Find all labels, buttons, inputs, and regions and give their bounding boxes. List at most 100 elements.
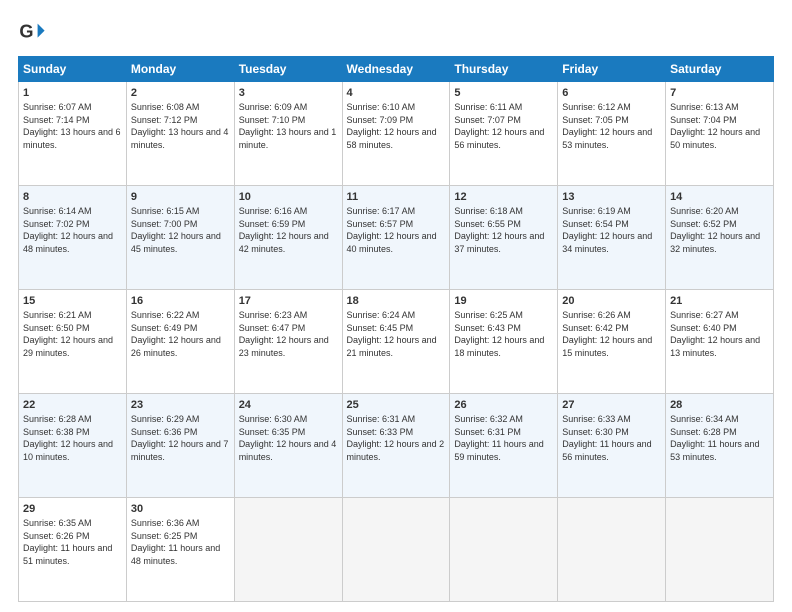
day-number: 1	[23, 86, 122, 101]
day-number: 30	[131, 502, 230, 517]
table-row: 26Sunrise: 6:32 AMSunset: 6:31 PMDayligh…	[450, 394, 558, 498]
table-row: 27Sunrise: 6:33 AMSunset: 6:30 PMDayligh…	[558, 394, 666, 498]
col-friday: Friday	[558, 57, 666, 82]
day-info: Sunrise: 6:34 AMSunset: 6:28 PMDaylight:…	[670, 414, 759, 462]
day-number: 26	[454, 398, 553, 413]
day-number: 12	[454, 190, 553, 205]
table-row: 6Sunrise: 6:12 AMSunset: 7:05 PMDaylight…	[558, 82, 666, 186]
day-number: 20	[562, 294, 661, 309]
day-info: Sunrise: 6:17 AMSunset: 6:57 PMDaylight:…	[347, 206, 437, 254]
table-row: 13Sunrise: 6:19 AMSunset: 6:54 PMDayligh…	[558, 186, 666, 290]
table-row: 1Sunrise: 6:07 AMSunset: 7:14 PMDaylight…	[19, 82, 127, 186]
day-number: 29	[23, 502, 122, 517]
day-number: 8	[23, 190, 122, 205]
day-number: 14	[670, 190, 769, 205]
table-row: 19Sunrise: 6:25 AMSunset: 6:43 PMDayligh…	[450, 290, 558, 394]
day-info: Sunrise: 6:28 AMSunset: 6:38 PMDaylight:…	[23, 414, 113, 462]
day-info: Sunrise: 6:10 AMSunset: 7:09 PMDaylight:…	[347, 102, 437, 150]
calendar-week-row: 29Sunrise: 6:35 AMSunset: 6:26 PMDayligh…	[19, 498, 774, 602]
day-number: 24	[239, 398, 338, 413]
day-number: 10	[239, 190, 338, 205]
calendar-week-row: 8Sunrise: 6:14 AMSunset: 7:02 PMDaylight…	[19, 186, 774, 290]
day-number: 23	[131, 398, 230, 413]
day-info: Sunrise: 6:23 AMSunset: 6:47 PMDaylight:…	[239, 310, 329, 358]
day-info: Sunrise: 6:12 AMSunset: 7:05 PMDaylight:…	[562, 102, 652, 150]
table-row: 4Sunrise: 6:10 AMSunset: 7:09 PMDaylight…	[342, 82, 450, 186]
table-row: 23Sunrise: 6:29 AMSunset: 6:36 PMDayligh…	[126, 394, 234, 498]
day-number: 28	[670, 398, 769, 413]
day-info: Sunrise: 6:27 AMSunset: 6:40 PMDaylight:…	[670, 310, 760, 358]
table-row: 11Sunrise: 6:17 AMSunset: 6:57 PMDayligh…	[342, 186, 450, 290]
table-row: 17Sunrise: 6:23 AMSunset: 6:47 PMDayligh…	[234, 290, 342, 394]
table-row: 21Sunrise: 6:27 AMSunset: 6:40 PMDayligh…	[666, 290, 774, 394]
day-info: Sunrise: 6:33 AMSunset: 6:30 PMDaylight:…	[562, 414, 651, 462]
day-info: Sunrise: 6:16 AMSunset: 6:59 PMDaylight:…	[239, 206, 329, 254]
day-info: Sunrise: 6:26 AMSunset: 6:42 PMDaylight:…	[562, 310, 652, 358]
day-info: Sunrise: 6:08 AMSunset: 7:12 PMDaylight:…	[131, 102, 229, 150]
day-info: Sunrise: 6:25 AMSunset: 6:43 PMDaylight:…	[454, 310, 544, 358]
day-number: 18	[347, 294, 446, 309]
day-info: Sunrise: 6:11 AMSunset: 7:07 PMDaylight:…	[454, 102, 544, 150]
day-number: 15	[23, 294, 122, 309]
day-number: 3	[239, 86, 338, 101]
day-info: Sunrise: 6:35 AMSunset: 6:26 PMDaylight:…	[23, 518, 112, 566]
day-info: Sunrise: 6:13 AMSunset: 7:04 PMDaylight:…	[670, 102, 760, 150]
col-monday: Monday	[126, 57, 234, 82]
col-wednesday: Wednesday	[342, 57, 450, 82]
day-info: Sunrise: 6:21 AMSunset: 6:50 PMDaylight:…	[23, 310, 113, 358]
table-row	[234, 498, 342, 602]
day-info: Sunrise: 6:24 AMSunset: 6:45 PMDaylight:…	[347, 310, 437, 358]
day-number: 9	[131, 190, 230, 205]
day-number: 5	[454, 86, 553, 101]
table-row: 14Sunrise: 6:20 AMSunset: 6:52 PMDayligh…	[666, 186, 774, 290]
table-row: 30Sunrise: 6:36 AMSunset: 6:25 PMDayligh…	[126, 498, 234, 602]
day-info: Sunrise: 6:31 AMSunset: 6:33 PMDaylight:…	[347, 414, 445, 462]
table-row: 12Sunrise: 6:18 AMSunset: 6:55 PMDayligh…	[450, 186, 558, 290]
table-row: 24Sunrise: 6:30 AMSunset: 6:35 PMDayligh…	[234, 394, 342, 498]
day-info: Sunrise: 6:09 AMSunset: 7:10 PMDaylight:…	[239, 102, 337, 150]
day-info: Sunrise: 6:15 AMSunset: 7:00 PMDaylight:…	[131, 206, 221, 254]
header: G	[18, 18, 774, 46]
col-saturday: Saturday	[666, 57, 774, 82]
table-row: 15Sunrise: 6:21 AMSunset: 6:50 PMDayligh…	[19, 290, 127, 394]
day-number: 17	[239, 294, 338, 309]
day-number: 19	[454, 294, 553, 309]
table-row: 9Sunrise: 6:15 AMSunset: 7:00 PMDaylight…	[126, 186, 234, 290]
table-row	[342, 498, 450, 602]
svg-text:G: G	[19, 22, 33, 42]
table-row	[450, 498, 558, 602]
day-info: Sunrise: 6:18 AMSunset: 6:55 PMDaylight:…	[454, 206, 544, 254]
table-row: 28Sunrise: 6:34 AMSunset: 6:28 PMDayligh…	[666, 394, 774, 498]
day-number: 22	[23, 398, 122, 413]
day-number: 21	[670, 294, 769, 309]
day-info: Sunrise: 6:14 AMSunset: 7:02 PMDaylight:…	[23, 206, 113, 254]
table-row	[666, 498, 774, 602]
table-row: 10Sunrise: 6:16 AMSunset: 6:59 PMDayligh…	[234, 186, 342, 290]
logo-icon: G	[18, 18, 46, 46]
table-row: 2Sunrise: 6:08 AMSunset: 7:12 PMDaylight…	[126, 82, 234, 186]
table-row: 25Sunrise: 6:31 AMSunset: 6:33 PMDayligh…	[342, 394, 450, 498]
table-row: 3Sunrise: 6:09 AMSunset: 7:10 PMDaylight…	[234, 82, 342, 186]
table-row: 22Sunrise: 6:28 AMSunset: 6:38 PMDayligh…	[19, 394, 127, 498]
day-info: Sunrise: 6:29 AMSunset: 6:36 PMDaylight:…	[131, 414, 229, 462]
table-row: 7Sunrise: 6:13 AMSunset: 7:04 PMDaylight…	[666, 82, 774, 186]
day-number: 6	[562, 86, 661, 101]
day-number: 2	[131, 86, 230, 101]
day-info: Sunrise: 6:20 AMSunset: 6:52 PMDaylight:…	[670, 206, 760, 254]
day-number: 7	[670, 86, 769, 101]
day-info: Sunrise: 6:22 AMSunset: 6:49 PMDaylight:…	[131, 310, 221, 358]
day-info: Sunrise: 6:07 AMSunset: 7:14 PMDaylight:…	[23, 102, 121, 150]
table-row: 5Sunrise: 6:11 AMSunset: 7:07 PMDaylight…	[450, 82, 558, 186]
calendar-week-row: 1Sunrise: 6:07 AMSunset: 7:14 PMDaylight…	[19, 82, 774, 186]
day-number: 11	[347, 190, 446, 205]
calendar-week-row: 15Sunrise: 6:21 AMSunset: 6:50 PMDayligh…	[19, 290, 774, 394]
calendar-week-row: 22Sunrise: 6:28 AMSunset: 6:38 PMDayligh…	[19, 394, 774, 498]
table-row: 20Sunrise: 6:26 AMSunset: 6:42 PMDayligh…	[558, 290, 666, 394]
day-info: Sunrise: 6:32 AMSunset: 6:31 PMDaylight:…	[454, 414, 543, 462]
table-row: 8Sunrise: 6:14 AMSunset: 7:02 PMDaylight…	[19, 186, 127, 290]
day-info: Sunrise: 6:30 AMSunset: 6:35 PMDaylight:…	[239, 414, 337, 462]
day-number: 27	[562, 398, 661, 413]
day-number: 16	[131, 294, 230, 309]
calendar-table: Sunday Monday Tuesday Wednesday Thursday…	[18, 56, 774, 602]
page: G Sunday Monday Tuesday Wednesday Thursd…	[0, 0, 792, 612]
